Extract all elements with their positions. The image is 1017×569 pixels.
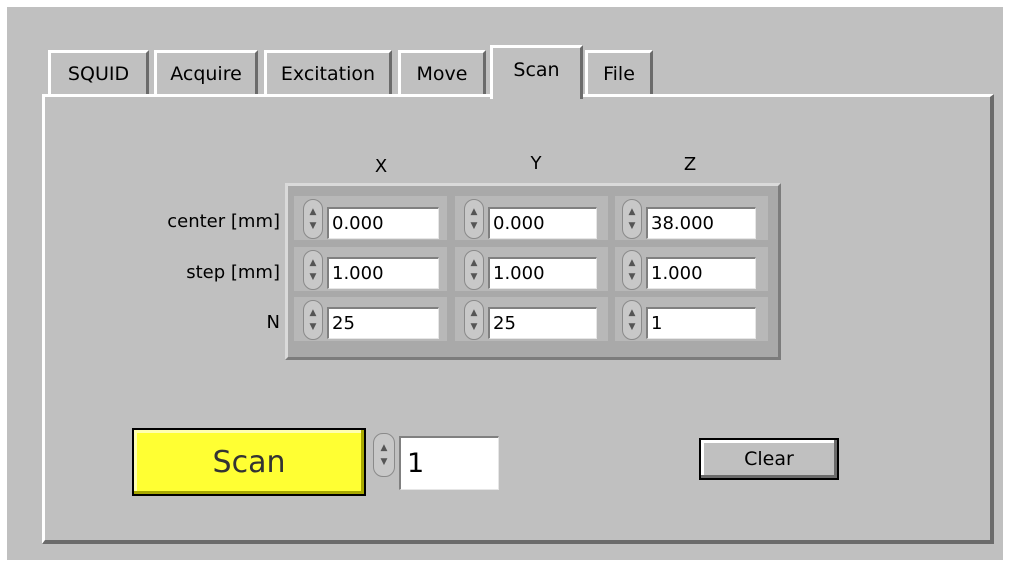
tab-label: File [603,62,635,85]
increment-decrement-icon[interactable]: ▲ ▼ [464,250,484,290]
column-header-y: Y [530,153,542,174]
tab-label: Excitation [280,62,376,85]
row-label-center: center [mm] [167,211,280,232]
tab-label: SQUID [67,62,130,85]
center-z-input[interactable]: 38.000 [646,207,756,239]
increment-decrement-icon[interactable]: ▲ ▼ [622,250,642,290]
tab-label: Scan [513,58,560,81]
increment-decrement-icon[interactable]: ▲ ▼ [373,433,395,477]
repeat-count-input[interactable]: 1 [399,436,499,490]
step-x-input[interactable]: 1.000 [327,257,439,289]
tab-label: Acquire [170,62,242,85]
tab-squid[interactable]: SQUID [48,50,149,94]
step-y-input[interactable]: 1.000 [488,257,597,289]
increment-decrement-icon[interactable]: ▲ ▼ [303,250,323,290]
tab-file[interactable]: File [585,50,653,94]
tab-scan[interactable]: Scan [490,45,583,99]
n-y-input[interactable]: 25 [488,307,597,339]
clear-button-label: Clear [744,448,794,470]
scan-button[interactable]: Scan [132,428,366,496]
increment-decrement-icon[interactable]: ▲ ▼ [622,199,642,239]
column-header-z: Z [683,154,697,175]
increment-decrement-icon[interactable]: ▲ ▼ [464,300,484,340]
tab-acquire[interactable]: Acquire [154,50,258,94]
increment-decrement-icon[interactable]: ▲ ▼ [303,300,323,340]
center-x-input[interactable]: 0.000 [327,207,439,239]
center-y-input[interactable]: 0.000 [488,207,597,239]
column-header-x: X [374,156,388,177]
n-x-input[interactable]: 25 [327,307,439,339]
tab-move[interactable]: Move [398,50,486,94]
increment-decrement-icon[interactable]: ▲ ▼ [464,199,484,239]
row-label-step: step [mm] [186,262,280,283]
tab-label: Move [416,62,468,85]
tab-excitation[interactable]: Excitation [264,50,392,94]
increment-decrement-icon[interactable]: ▲ ▼ [622,300,642,340]
clear-button[interactable]: Clear [699,438,839,480]
increment-decrement-icon[interactable]: ▲ ▼ [303,199,323,239]
n-z-input[interactable]: 1 [646,307,756,339]
step-z-input[interactable]: 1.000 [646,257,756,289]
row-label-n: N [266,312,280,333]
scan-button-label: Scan [212,444,286,480]
